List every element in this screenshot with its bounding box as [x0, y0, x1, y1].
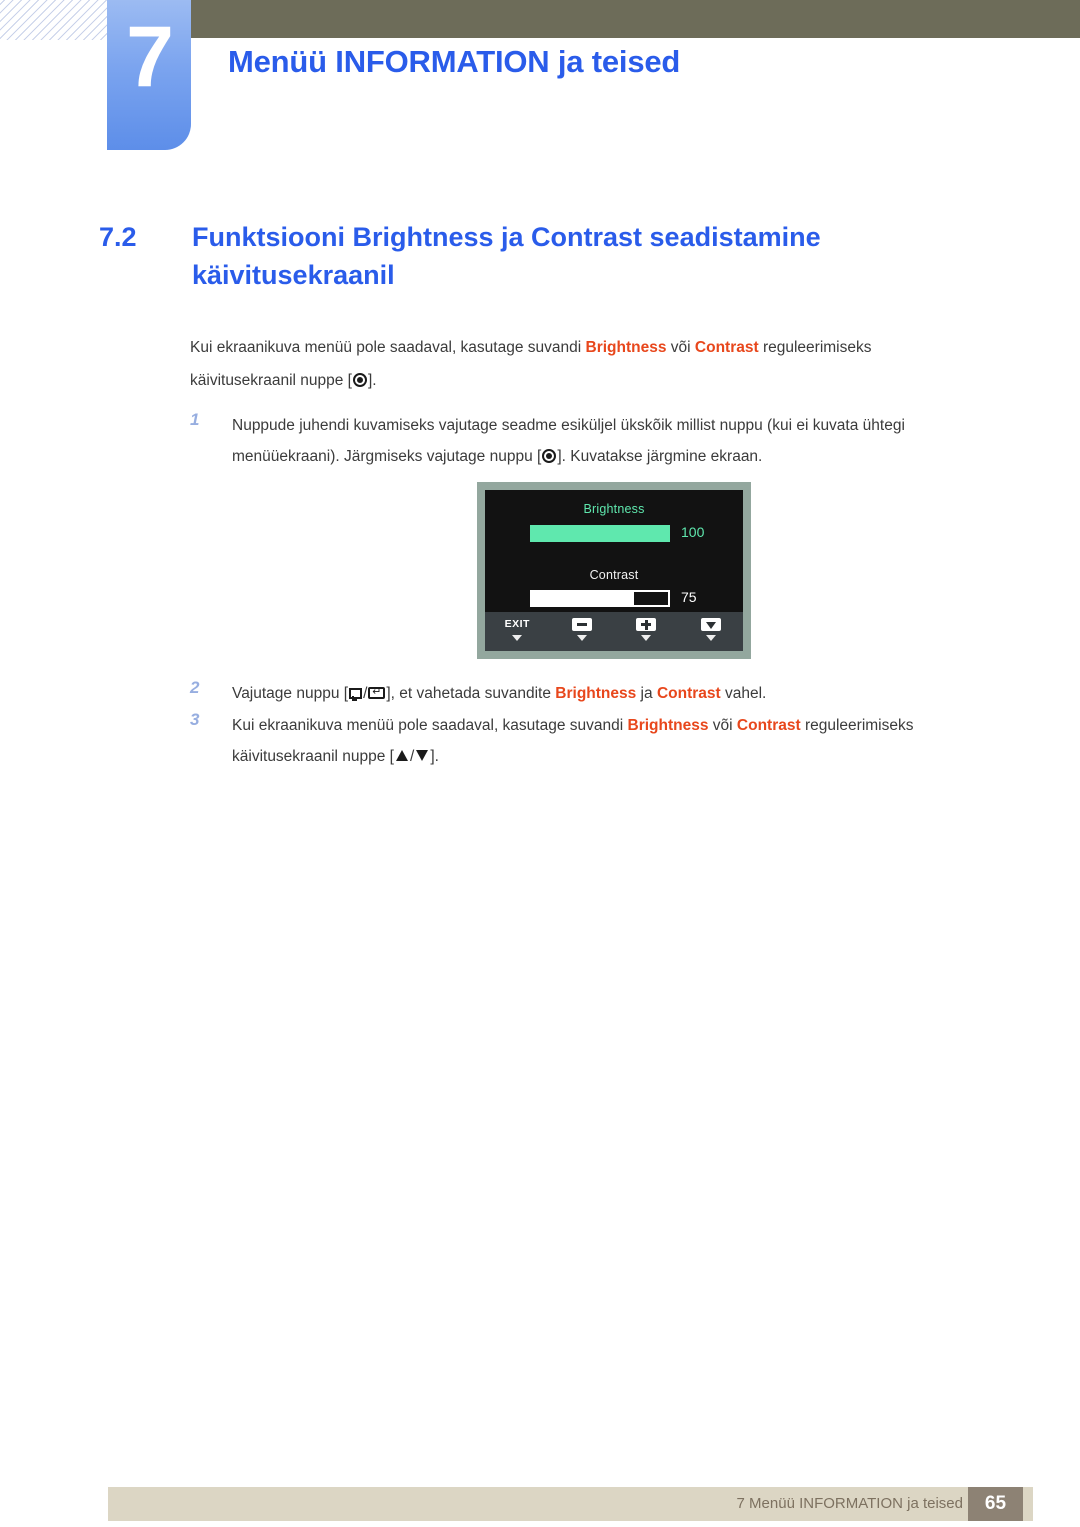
keyword-brightness: Brightness: [585, 339, 667, 356]
step-2-part3: ja: [636, 685, 657, 702]
step-3-line2-sep: /: [410, 748, 415, 765]
osd-brightness-label: Brightness: [583, 502, 645, 516]
enter-button-icon: [368, 687, 386, 699]
step-3-line2-pre: käivitusekraanil nuppe [: [232, 748, 394, 765]
caret-down-icon: [641, 635, 652, 641]
step-2-body: Vajutage nuppu [ / ], et vahetada suvandit…: [232, 678, 1000, 709]
section-number: 7.2: [99, 222, 137, 252]
step-3-part1: Kui ekraanikuva menüü pole saadaval, kas…: [232, 717, 628, 734]
caret-down-icon: [576, 635, 587, 641]
up-triangle-icon: [396, 750, 408, 761]
intro-line2-pre: käivitusekraanil nuppe [: [190, 372, 352, 389]
footer-bar: 7 Menüü INFORMATION ja teised 65: [108, 1487, 1033, 1521]
keyword-brightness: Brightness: [555, 685, 637, 702]
osd-key-bar: EXIT: [485, 612, 743, 651]
osd-screen: Brightness 100 Contrast 75 EXIT: [485, 490, 743, 651]
keyword-brightness: Brightness: [627, 717, 709, 734]
decorative-hatch-pattern: [0, 0, 118, 40]
header-band: [178, 0, 1080, 38]
intro-paragraph: Kui ekraanikuva menüü pole saadaval, kas…: [190, 331, 990, 397]
step-1-part3: ]. Kuvatakse järgmine ekraan.: [557, 448, 763, 465]
osd-key-minus: [550, 612, 615, 651]
footer-page-number: 65: [984, 1493, 1007, 1514]
step-3-number: 3: [190, 710, 200, 729]
step-1-part1: Nuppude juhendi kuvamiseks vajutage sead…: [232, 417, 905, 434]
footer-text: 7 Menüü INFORMATION ja teised: [736, 1495, 963, 1512]
step-2-separator: /: [363, 685, 368, 702]
intro-line2-post: ].: [368, 372, 377, 389]
minus-icon: [571, 618, 592, 631]
chapter-number: 7: [126, 9, 174, 105]
step-2-part4: vahel.: [720, 685, 767, 702]
keyword-contrast: Contrast: [694, 339, 759, 356]
step-3-line2-post: ].: [430, 748, 439, 765]
footer-page-box: 65: [968, 1487, 1023, 1521]
osd-contrast-bar: [530, 590, 670, 607]
plus-icon: [636, 618, 657, 631]
source-button-icon: [349, 688, 363, 701]
circle-button-icon: [542, 449, 557, 463]
osd-key-plus: [614, 612, 679, 651]
step-2-part1: Vajutage nuppu [: [232, 685, 349, 702]
caret-down-icon: [512, 635, 523, 641]
osd-key-exit: EXIT: [485, 612, 550, 651]
osd-brightness-value: 100: [681, 524, 705, 540]
osd-key-down: [679, 612, 744, 651]
step-2: 2 Vajutage nuppu [ / ], et vahetada suvand…: [190, 678, 1000, 709]
osd-contrast-value: 75: [681, 589, 697, 605]
step-3: 3 Kui ekraanikuva menüü pole saadaval, k…: [190, 710, 1000, 772]
step-1-number: 1: [190, 410, 200, 429]
step-2-number: 2: [190, 678, 200, 697]
step-3-part2: või: [708, 717, 737, 734]
keyword-contrast: Contrast: [736, 717, 801, 734]
step-1-part2: menüüekraani). Järgmiseks vajutage nuppu…: [232, 448, 542, 465]
chapter-tab: 7: [107, 0, 191, 150]
caret-down-icon: [705, 635, 716, 641]
step-1: 1 Nuppude juhendi kuvamiseks vajutage se…: [190, 410, 1000, 472]
section-heading: 7.2 Funktsiooni Brightness ja Contrast s…: [99, 218, 959, 294]
step-3-body: Kui ekraanikuva menüü pole saadaval, kas…: [232, 710, 1000, 772]
circle-button-icon: [353, 373, 367, 387]
osd-contrast-fill: [532, 592, 634, 605]
intro-text-part2: või: [666, 339, 695, 356]
osd-brightness-bar: [530, 525, 670, 542]
chapter-title: Menüü INFORMATION ja teised: [228, 44, 681, 79]
intro-text-part1: Kui ekraanikuva menüü pole saadaval, kas…: [190, 339, 586, 356]
section-title: Funktsiooni Brightness ja Contrast seadi…: [192, 222, 821, 290]
osd-contrast-label: Contrast: [589, 568, 639, 582]
step-3-part3: reguleerimiseks: [800, 717, 914, 734]
osd-key-exit-label: EXIT: [504, 618, 530, 630]
osd-illustration: Brightness 100 Contrast 75 EXIT: [477, 482, 751, 659]
keyword-contrast: Contrast: [656, 685, 721, 702]
down-triangle-icon: [700, 618, 721, 631]
down-triangle-icon: [416, 750, 429, 761]
step-2-part2: ], et vahetada suvandite: [386, 685, 556, 702]
step-1-body: Nuppude juhendi kuvamiseks vajutage sead…: [232, 410, 1000, 472]
intro-text-part3: reguleerimiseks: [758, 339, 872, 356]
